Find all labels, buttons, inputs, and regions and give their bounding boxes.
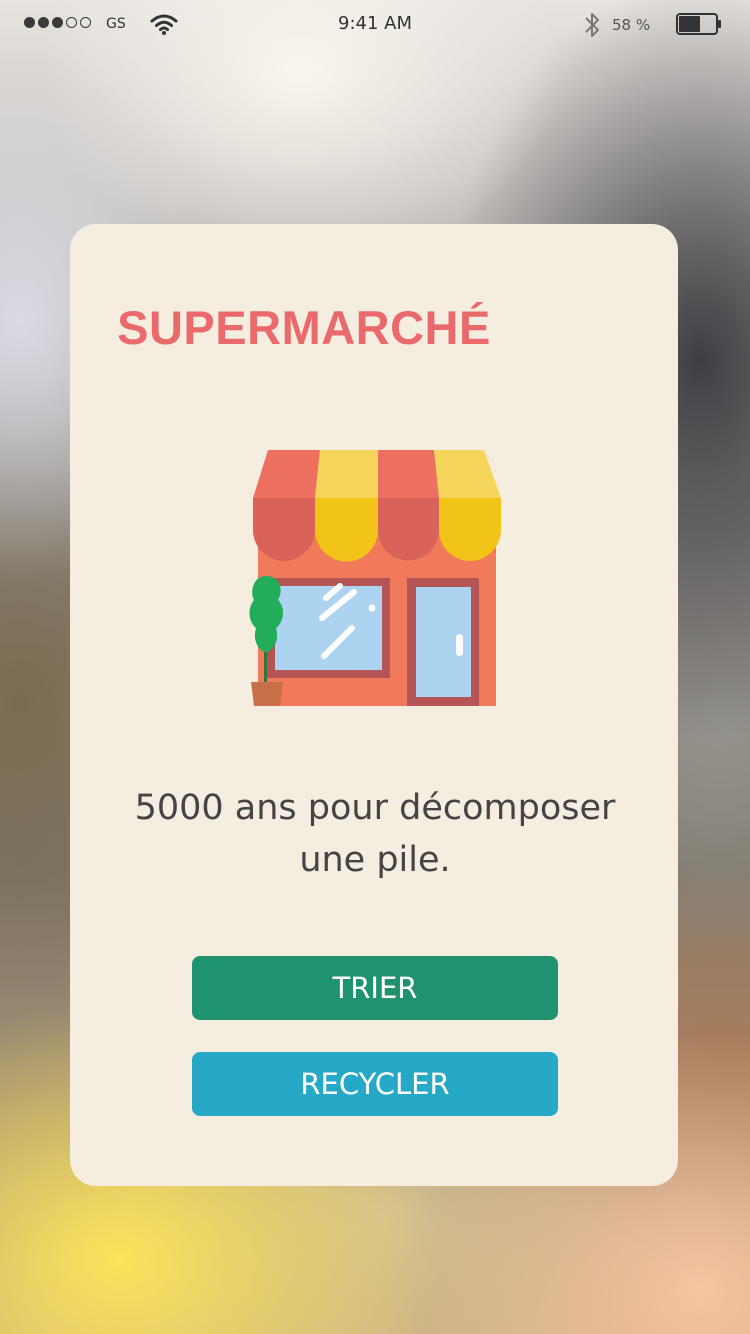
card-title: SUPERMARCHÉ xyxy=(117,301,491,354)
trier-button[interactable]: TRIER xyxy=(192,956,558,1020)
shop-storefront-icon xyxy=(249,450,501,706)
battery-percentage: 58 % xyxy=(612,16,651,34)
fact-message: 5000 ans pour décomposer une pile. xyxy=(134,788,616,880)
bluetooth-icon xyxy=(585,13,599,37)
recycler-button[interactable]: RECYCLER xyxy=(192,1052,558,1116)
status-bar: GS 9:41 AM 58 % xyxy=(0,0,750,50)
battery-icon xyxy=(676,13,721,35)
